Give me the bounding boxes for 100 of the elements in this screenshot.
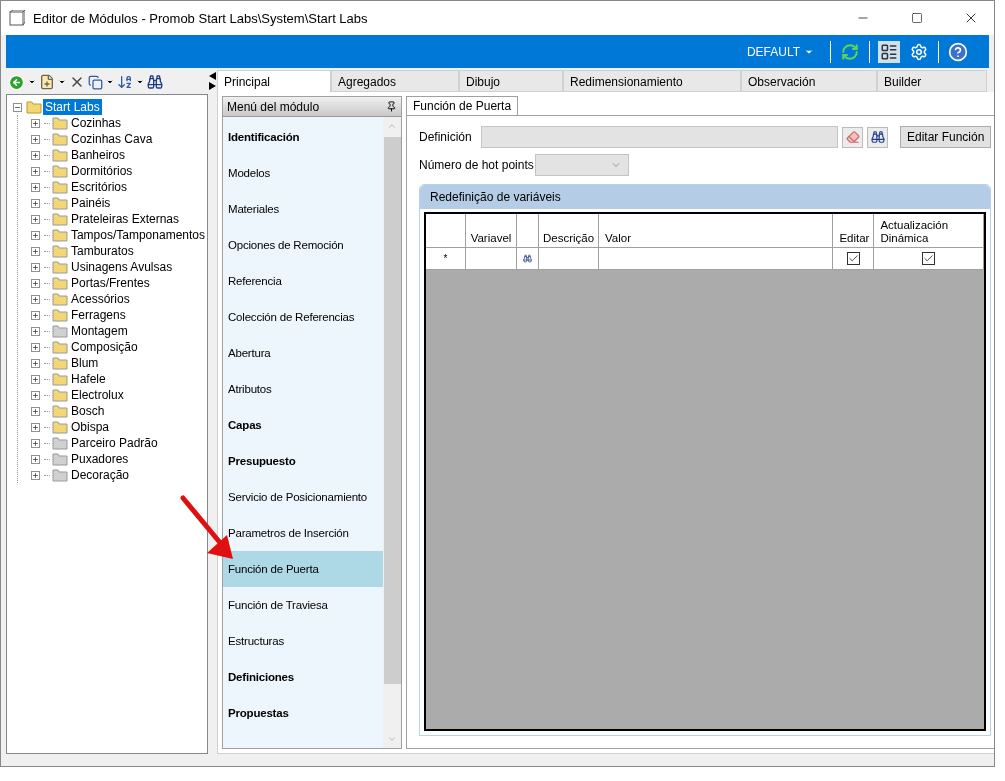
table-cell[interactable]	[466, 248, 517, 270]
tree-item[interactable]: Obispa	[69, 419, 112, 435]
expand-icon[interactable]	[31, 390, 40, 400]
tab[interactable]: Función de Puerta	[406, 96, 519, 115]
caret-icon[interactable]	[28, 78, 36, 86]
expand-icon[interactable]	[31, 438, 40, 448]
tree-item[interactable]: Cozinhas	[69, 115, 124, 131]
table-cell[interactable]	[539, 248, 599, 270]
splitter-arrows-icon[interactable]	[208, 72, 217, 90]
expand-icon[interactable]	[31, 294, 40, 304]
tree-item[interactable]: Electrolux	[69, 387, 126, 403]
expand-icon[interactable]	[31, 182, 40, 192]
expand-icon[interactable]	[31, 214, 40, 224]
edit-function-button[interactable]: Editar Función	[900, 126, 992, 148]
tab[interactable]: Agregados	[331, 70, 459, 92]
menu-item[interactable]: Colección de Referencias	[223, 299, 383, 335]
menu-item[interactable]: Parametros de Inserción	[223, 515, 383, 551]
expand-icon[interactable]	[31, 118, 40, 128]
expand-icon[interactable]	[31, 198, 40, 208]
menu-item[interactable]: Atributos	[223, 371, 383, 407]
maximize-icon[interactable]	[911, 12, 923, 24]
menu-item[interactable]: Propuestas	[223, 695, 383, 731]
tree-item[interactable]: Banheiros	[69, 147, 128, 163]
tree-item[interactable]: Portas/Frentes	[69, 275, 152, 291]
tree-item[interactable]: Usinagens Avulsas	[69, 259, 175, 275]
tree-item[interactable]: Blum	[69, 355, 101, 371]
expand-icon[interactable]	[31, 374, 40, 384]
tree-item[interactable]: Decoração	[69, 467, 132, 483]
tree-item[interactable]: Dormitórios	[69, 163, 135, 179]
new-file-icon[interactable]	[39, 74, 55, 90]
expand-icon[interactable]	[31, 246, 40, 256]
tree-item[interactable]: Tampos/Tamponamentos	[68, 227, 207, 243]
search-icon[interactable]	[147, 74, 163, 90]
search-button[interactable]	[867, 126, 888, 148]
copy-icon[interactable]	[88, 74, 103, 90]
pin-icon[interactable]	[386, 101, 397, 112]
tree-item[interactable]: Painéis	[69, 195, 113, 211]
menu-title: Menú del módulo	[227, 99, 320, 114]
tree-item[interactable]: Prateleiras Externas	[69, 211, 182, 227]
menu-item[interactable]: Modelos	[223, 155, 383, 191]
menu-item[interactable]: Capas	[223, 407, 383, 443]
menu-item[interactable]: Presupuesto	[223, 443, 383, 479]
expand-icon[interactable]	[31, 342, 40, 352]
tab[interactable]: Principal	[217, 70, 331, 92]
field-label: Definición	[419, 130, 473, 144]
menu-item[interactable]: Función de Traviesa	[223, 587, 383, 623]
window-title: Editor de Módulos - Promob Start Labs\System\Start Labs	[33, 10, 369, 26]
menu-item[interactable]: Opciones de Remoción	[223, 227, 383, 263]
sort-icon[interactable]	[117, 74, 133, 90]
menu-item[interactable]: Función de Puerta	[223, 551, 383, 587]
tab[interactable]: Dibujo	[459, 70, 563, 92]
expand-icon[interactable]	[31, 470, 40, 480]
tree-item[interactable]: Start Labs	[43, 99, 102, 115]
tab[interactable]: Observación	[741, 70, 877, 92]
expand-icon[interactable]	[31, 134, 40, 144]
tree-item[interactable]: Escritórios	[69, 179, 129, 195]
expand-icon[interactable]	[31, 358, 40, 368]
menu-item[interactable]: Abertura	[223, 335, 383, 371]
tree-item[interactable]: Cozinhas Cava	[69, 131, 155, 147]
expand-icon[interactable]	[31, 262, 40, 272]
definition-field[interactable]	[481, 126, 838, 148]
caret-icon[interactable]	[106, 78, 114, 86]
tree-item[interactable]: Bosch	[69, 403, 107, 419]
new-row-marker: *	[443, 252, 448, 265]
menu-item[interactable]: Definiciones	[223, 659, 383, 695]
expand-icon[interactable]	[31, 230, 40, 240]
tree-item[interactable]: Hafele	[69, 371, 108, 387]
expand-icon[interactable]	[31, 278, 40, 288]
menu-item[interactable]: Referencia	[223, 263, 383, 299]
checkbox[interactable]	[846, 252, 860, 265]
expand-icon[interactable]	[31, 310, 40, 320]
tree-item[interactable]: Tamburatos	[69, 243, 136, 259]
checkbox[interactable]	[922, 252, 936, 265]
tree-item[interactable]: Parceiro Padrão	[69, 435, 160, 451]
expand-icon[interactable]	[31, 454, 40, 464]
tree-item[interactable]: Composição	[69, 339, 140, 355]
collapse-icon[interactable]	[13, 102, 22, 112]
tab[interactable]: Redimensionamiento	[563, 70, 741, 92]
expand-icon[interactable]	[31, 150, 40, 160]
help-icon[interactable]	[947, 40, 969, 63]
expand-icon[interactable]	[31, 166, 40, 176]
expand-icon[interactable]	[31, 422, 40, 432]
tree-item[interactable]: Acessórios	[69, 291, 132, 307]
tree-item[interactable]: Montagem	[69, 323, 130, 339]
profile-dropdown[interactable]: DEFAULT	[738, 44, 822, 59]
menu-item[interactable]: Materiales	[223, 191, 383, 227]
tree-item[interactable]: Ferragens	[69, 307, 128, 323]
menu-item[interactable]: Identificación	[223, 119, 383, 155]
group-title: Redefinição de variáveis	[420, 185, 991, 209]
caret-icon[interactable]	[136, 78, 144, 86]
menu-item[interactable]: Servicio de Posicionamiento	[223, 479, 383, 515]
menu-item[interactable]: Estructuras	[223, 623, 383, 659]
layout-icon[interactable]	[878, 40, 900, 63]
expand-icon[interactable]	[31, 326, 40, 336]
tab[interactable]: Builder	[877, 70, 987, 92]
tree-item[interactable]: Puxadores	[69, 451, 131, 467]
caret-icon[interactable]	[58, 78, 66, 86]
expand-icon[interactable]	[31, 406, 40, 416]
search-icon[interactable]	[523, 252, 532, 265]
table-cell[interactable]	[599, 248, 834, 270]
